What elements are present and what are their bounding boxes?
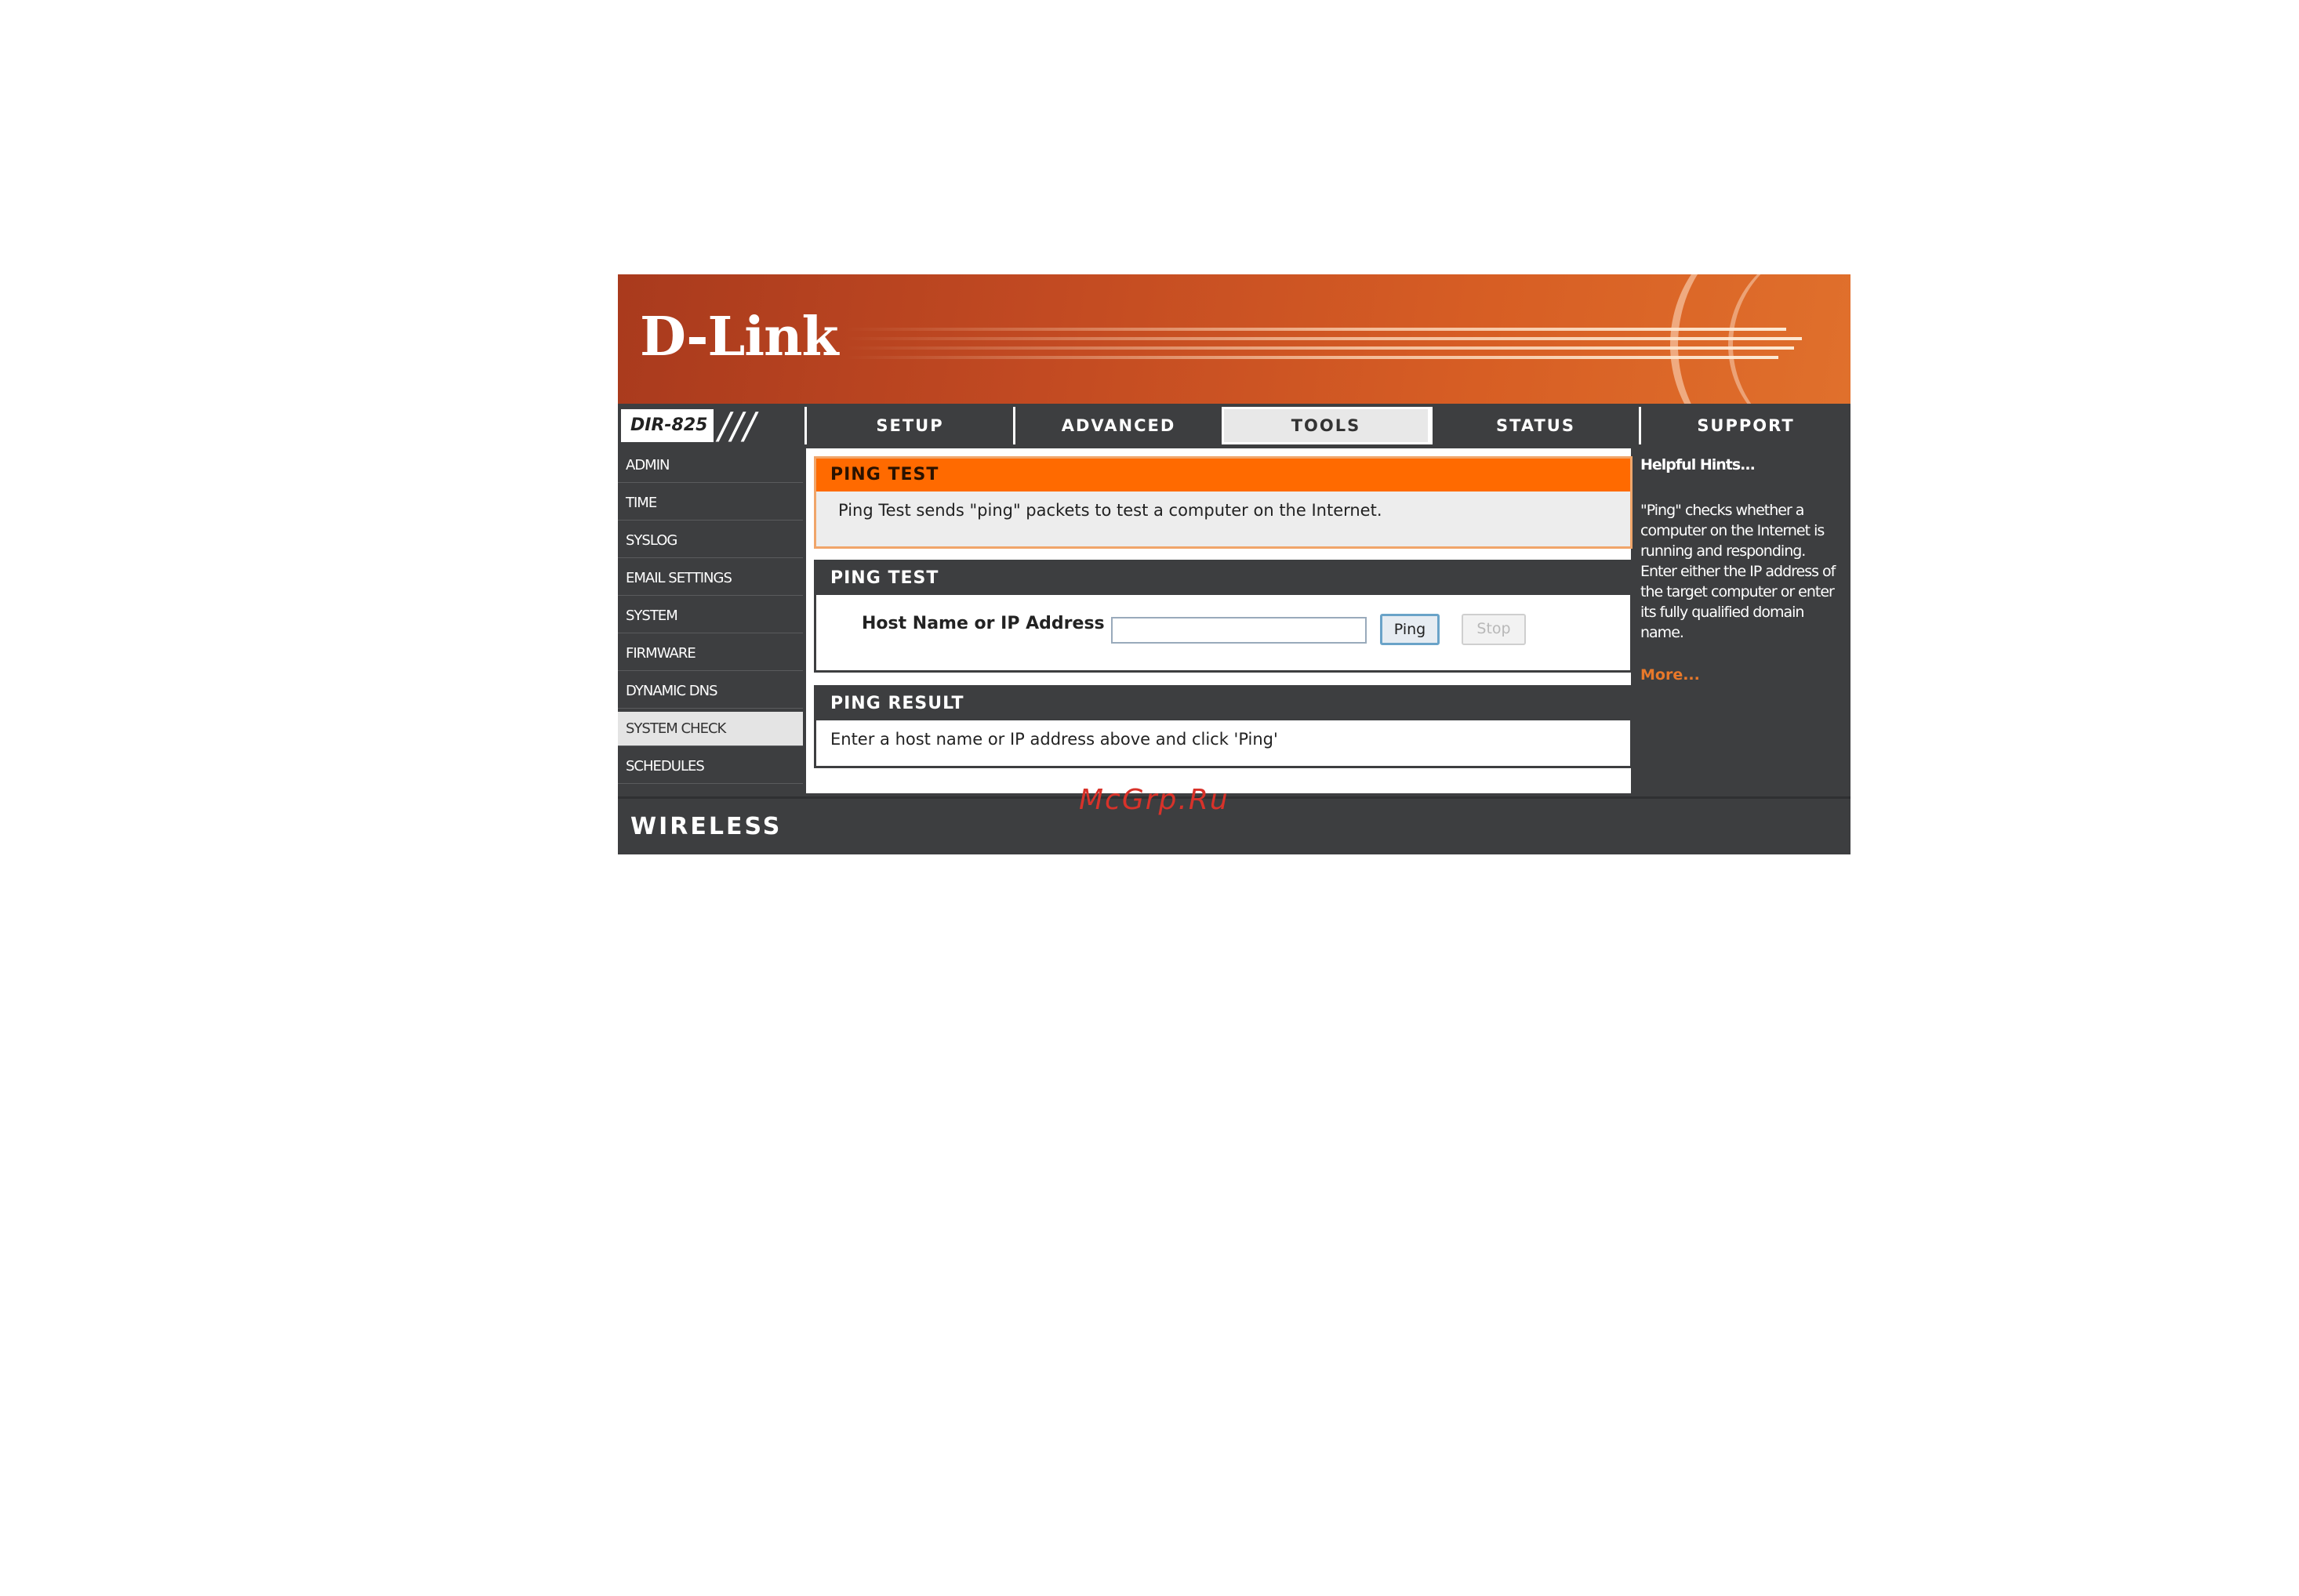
host-address-input[interactable]: [1111, 617, 1367, 644]
tab-advanced[interactable]: ADVANCED: [1013, 407, 1222, 444]
ping-result-header: PING RESULT: [816, 687, 1630, 720]
sidebar-item-dynamic-dns[interactable]: DYNAMIC DNS: [618, 674, 803, 709]
ping-intro-panel: PING TEST Ping Test sends "ping" packets…: [814, 456, 1633, 549]
sidebar-item-system[interactable]: SYSTEM: [618, 599, 803, 633]
sidebar-item-admin[interactable]: ADMIN: [618, 448, 803, 483]
more-link[interactable]: More...: [1640, 666, 1844, 684]
nav-row: DIR-825 / / / SETUP ADVANCED TOOLS STATU…: [618, 407, 1850, 444]
helpful-hints-text: "Ping" checks whether a computer on the …: [1640, 502, 1836, 641]
ping-test-panel: PING TEST Host Name or IP Address : Ping…: [814, 560, 1633, 673]
banner-streak: [845, 356, 1778, 359]
dlink-logo: D-Link: [640, 306, 839, 368]
sidebar-item-schedules[interactable]: SCHEDULES: [618, 749, 803, 784]
router-admin-frame: D-Link DIR-825 / / / SETUP ADVANCED TOOL…: [618, 274, 1850, 854]
main-content: PING TEST Ping Test sends "ping" packets…: [806, 448, 1633, 793]
sidebar-item-firmware[interactable]: FIRMWARE: [618, 637, 803, 671]
sidebar-item-syslog[interactable]: SYSLOG: [618, 524, 803, 558]
tab-tools[interactable]: TOOLS: [1222, 407, 1430, 444]
banner-streak: [845, 328, 1786, 331]
banner-streak: [845, 346, 1794, 350]
host-address-label: Host Name or IP Address :: [862, 614, 1118, 633]
helpful-hints-panel: Helpful Hints... "Ping" checks whether a…: [1634, 448, 1850, 793]
slash-icon: /: [718, 404, 731, 447]
ping-test-header: PING TEST: [816, 562, 1630, 595]
banner-streak: [845, 337, 1802, 340]
header-banner: D-Link: [618, 274, 1850, 404]
ping-intro-header: PING TEST: [816, 459, 1630, 491]
tab-status[interactable]: STATUS: [1430, 407, 1639, 444]
tab-support[interactable]: SUPPORT: [1639, 407, 1850, 444]
ping-result-text: Enter a host name or IP address above an…: [830, 730, 1278, 749]
ping-intro-description: Ping Test sends "ping" packets to test a…: [838, 501, 1382, 520]
tab-setup[interactable]: SETUP: [804, 407, 1013, 444]
sidebar-item-time[interactable]: TIME: [618, 486, 803, 521]
ping-button[interactable]: Ping: [1380, 614, 1440, 645]
sidebar-nav: ADMIN TIME SYSLOG EMAIL SETTINGS SYSTEM …: [618, 448, 803, 787]
slash-icon: /: [731, 404, 743, 447]
wireless-logo: WIRELESS: [630, 813, 783, 840]
model-badge: DIR-825 / / /: [618, 407, 803, 444]
banner-swoosh: [1728, 274, 1850, 404]
helpful-hints-title: Helpful Hints...: [1640, 456, 1756, 473]
slash-icon: /: [743, 404, 756, 447]
sidebar-item-system-check[interactable]: SYSTEM CHECK: [618, 712, 803, 746]
sidebar-item-email-settings[interactable]: EMAIL SETTINGS: [618, 561, 803, 596]
stop-button[interactable]: Stop: [1462, 614, 1526, 645]
model-name: DIR-825: [621, 409, 714, 442]
ping-result-panel: PING RESULT Enter a host name or IP addr…: [814, 685, 1633, 768]
footer-bar: WIRELESS: [618, 796, 1850, 854]
watermark-text: McGrp.Ru: [1079, 784, 1229, 816]
